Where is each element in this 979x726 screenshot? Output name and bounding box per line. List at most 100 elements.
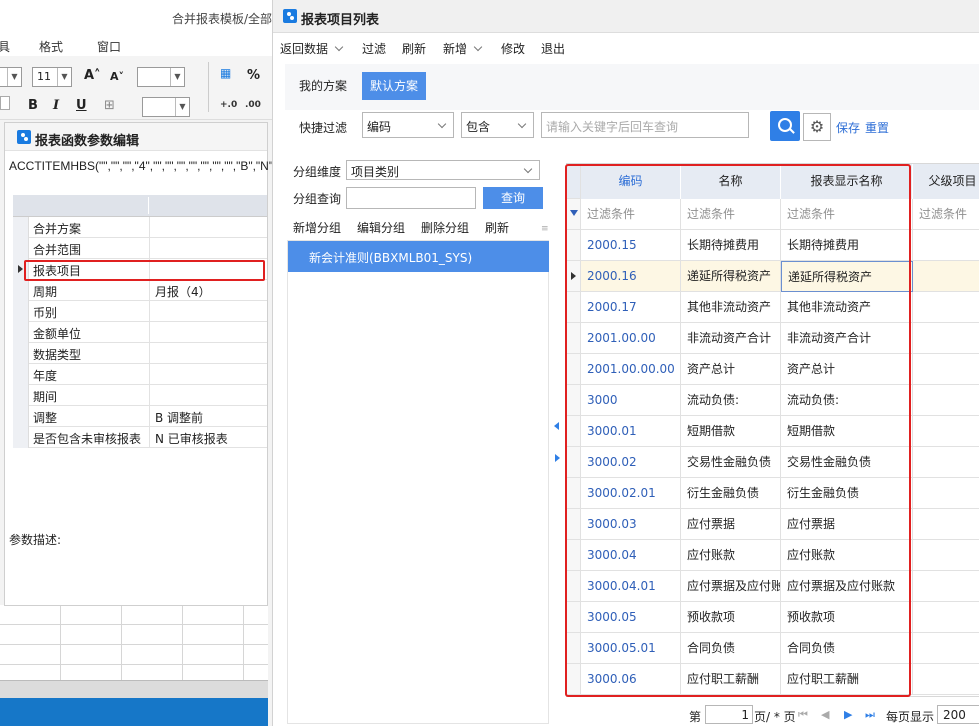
borders-icon[interactable]: ⊞ — [104, 98, 115, 113]
formula-text: ACCTITEMHBS("","","","4","","","","","",… — [9, 159, 278, 173]
param-row[interactable]: 是否包含未审核报表 N 已审核报表 — [13, 427, 267, 448]
param-dialog-title: 报表函数参数编辑 — [35, 134, 140, 149]
page-number-input[interactable]: 1 — [705, 705, 753, 724]
exit-button[interactable]: 退出 — [541, 40, 565, 57]
refresh-group-button[interactable]: 刷新 — [485, 219, 509, 236]
param-value[interactable]: 月报（4） — [155, 283, 211, 300]
decrease-decimal-icon[interactable]: .00 — [245, 100, 261, 110]
param-key: 调整 — [33, 411, 58, 425]
param-row[interactable]: 币别 — [13, 301, 267, 322]
bold-icon[interactable]: B — [28, 98, 38, 113]
font-grow-icon[interactable]: A˄ — [84, 68, 101, 83]
toolbar-divider — [208, 62, 209, 112]
grid-cell[interactable] — [913, 602, 979, 633]
grid-cell[interactable] — [913, 509, 979, 540]
grid-cell[interactable] — [913, 292, 979, 323]
add-button[interactable]: 新增 — [443, 40, 483, 57]
delete-group-button[interactable]: 删除分组 — [421, 219, 469, 236]
param-row[interactable]: 期间 — [13, 385, 267, 406]
next-page-icon[interactable]: ▶ — [844, 708, 852, 721]
grid-cell[interactable] — [913, 230, 979, 261]
first-page-icon[interactable]: ⏮ — [798, 708, 808, 722]
add-group-button[interactable]: 新增分组 — [293, 219, 341, 236]
prev-page-icon[interactable]: ◀ — [821, 708, 829, 721]
collapse-left-icon[interactable] — [554, 422, 559, 430]
filter-field-select[interactable]: 编码 — [362, 112, 454, 138]
search-button[interactable] — [770, 111, 800, 141]
back-data-button[interactable]: 返回数据 — [280, 40, 344, 57]
row-gutter — [13, 322, 29, 343]
keyword-search-input[interactable]: 请输入关键字后回车查询 — [541, 112, 749, 138]
grid-cell[interactable] — [913, 571, 979, 602]
grid-cell[interactable] — [913, 664, 979, 695]
background-scrollbar[interactable] — [0, 680, 268, 698]
menu-item-tools[interactable]: 具 — [0, 38, 10, 55]
font-name-box[interactable]: ▼ — [0, 67, 22, 87]
group-query-input[interactable] — [346, 187, 476, 209]
param-row[interactable]: 合并方案 — [13, 217, 267, 238]
reset-link[interactable]: 重置 — [865, 119, 889, 136]
grid-cell[interactable] — [913, 540, 979, 571]
font-shrink-icon[interactable]: A˅ — [110, 70, 124, 83]
group-query-button[interactable]: 查询 — [483, 187, 543, 209]
column-filter-input[interactable]: 过滤条件 — [913, 199, 979, 230]
collapse-icon[interactable]: ≡ — [541, 224, 549, 234]
param-value[interactable]: N 已审核报表 — [155, 430, 228, 447]
currency-icon[interactable]: ▦ — [220, 66, 231, 80]
row-gutter — [13, 280, 29, 301]
increase-decimal-icon[interactable]: +.0 — [220, 100, 237, 110]
param-value[interactable]: B 调整前 — [155, 409, 203, 426]
param-dialog-title-bar: 报表函数参数编辑 — [5, 123, 267, 151]
menu-item-window[interactable]: 窗口 — [97, 38, 121, 55]
refresh-button[interactable]: 刷新 — [402, 40, 426, 57]
save-link[interactable]: 保存 — [836, 119, 860, 136]
group-item-new-accounting[interactable]: 新会计准则(BBXMLB01_SYS) — [288, 241, 549, 272]
param-row[interactable]: 数据类型 — [13, 343, 267, 364]
align-icon[interactable] — [0, 96, 10, 110]
grid-cell[interactable] — [913, 354, 979, 385]
filter-operator-select[interactable]: 包含 — [461, 112, 534, 138]
column-header[interactable]: 父级项目 — [913, 164, 979, 199]
group-dimension-select[interactable]: 项目类别 — [346, 160, 540, 180]
param-row[interactable]: 年度 — [13, 364, 267, 385]
param-row[interactable]: 合并范围 — [13, 238, 267, 259]
param-row[interactable]: 调整 B 调整前 — [13, 406, 267, 427]
column-divider — [149, 343, 150, 364]
param-row[interactable]: 金额单位 — [13, 322, 267, 343]
grid-cell[interactable] — [913, 261, 979, 292]
expand-right-icon[interactable] — [555, 454, 560, 462]
gear-icon[interactable]: ⚙ — [803, 113, 831, 141]
main-dialog-title-bar: 报表项目列表 — [273, 0, 979, 33]
grid-cell[interactable] — [913, 447, 979, 478]
fill-color-box[interactable]: ▼ — [142, 97, 190, 117]
border-style-box[interactable]: ▼ — [137, 67, 185, 87]
pager-prefix: 第 — [689, 710, 702, 724]
underline-icon[interactable]: U — [76, 98, 87, 113]
grid-cell[interactable] — [913, 633, 979, 664]
filter-button[interactable]: 过滤 — [362, 40, 386, 57]
font-size-box[interactable]: 11 ▼ — [32, 67, 72, 87]
param-row[interactable]: 周期 月报（4） — [13, 280, 267, 301]
percent-icon[interactable]: % — [247, 68, 260, 83]
edit-button[interactable]: 修改 — [501, 40, 525, 57]
per-page-input[interactable]: 200 — [937, 705, 979, 724]
plan-default-button[interactable]: 默认方案 — [362, 72, 427, 100]
row-gutter — [13, 406, 29, 427]
quick-filter-label: 快捷过滤 — [299, 121, 348, 135]
param-key: 年度 — [33, 369, 58, 383]
param-key: 币别 — [33, 306, 58, 320]
grid-cell[interactable] — [913, 416, 979, 447]
main-toolbar: 返回数据 过滤 刷新 新增 修改 退出 — [273, 33, 979, 61]
chevron-down-icon — [517, 119, 527, 129]
grid-cell[interactable] — [913, 385, 979, 416]
pager: 第 1 页/ * 页 ⏮ ◀ ▶ ⏭ 每页显示 200 — [687, 705, 979, 726]
grid-cell[interactable] — [913, 323, 979, 354]
plan-my-button[interactable]: 我的方案 — [291, 72, 355, 100]
grid-cell[interactable] — [913, 478, 979, 509]
chevron-down-icon — [473, 42, 483, 52]
edit-group-button[interactable]: 编辑分组 — [357, 219, 405, 236]
italic-icon[interactable]: I — [53, 98, 59, 113]
highlight-box-report-item — [24, 260, 265, 281]
menu-item-format[interactable]: 格式 — [39, 38, 63, 55]
last-page-icon[interactable]: ⏭ — [865, 708, 875, 722]
